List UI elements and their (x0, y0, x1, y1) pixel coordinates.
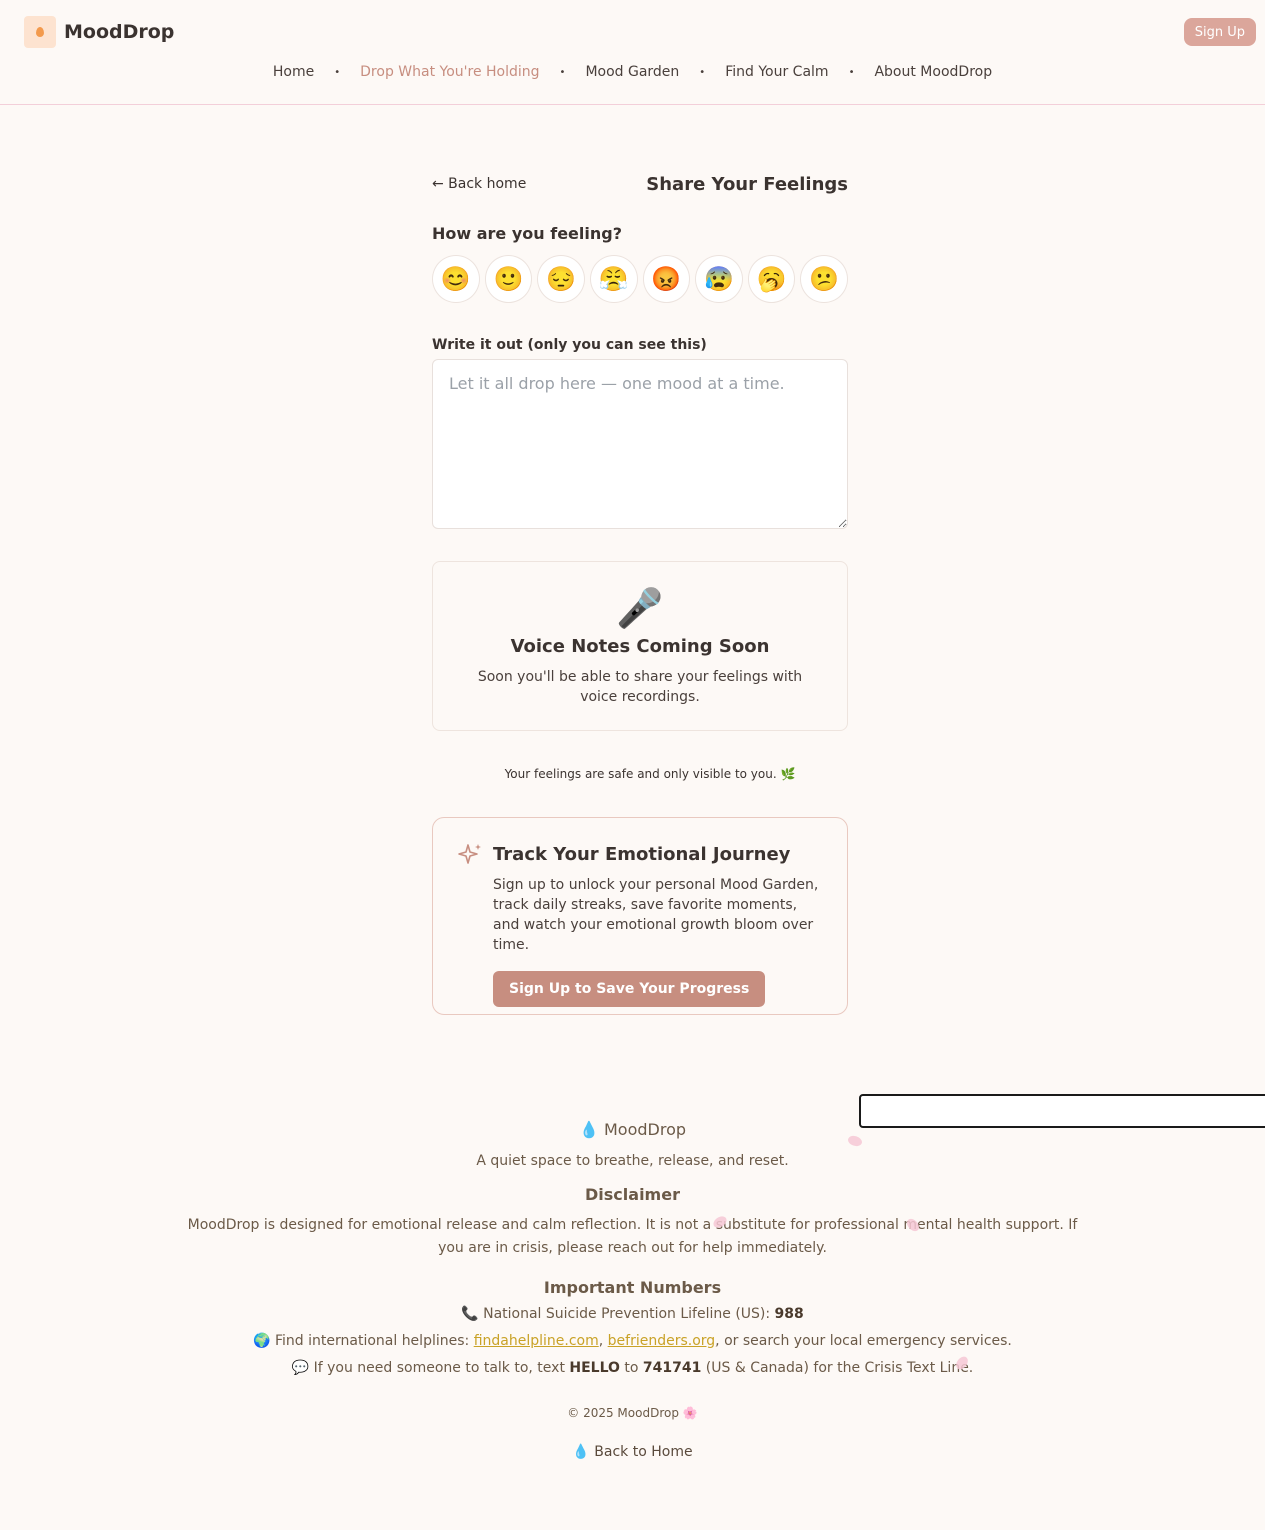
numbers-heading: Important Numbers (543, 1278, 722, 1297)
logo[interactable]: MoodDrop (24, 16, 174, 48)
befrienders-link[interactable]: befrienders.org (608, 1333, 716, 1349)
footer-brand: 💧 MoodDrop (578, 1120, 687, 1139)
disclaimer-text: MoodDrop is designed for emotional relea… (187, 1217, 1078, 1256)
track-journey-text: Sign up to unlock your personal Mood Gar… (493, 877, 819, 953)
footer-back-home-link[interactable]: 💧 Back to Home (572, 1444, 692, 1460)
mood-option-anxious[interactable]: 😰 (695, 255, 743, 303)
drop-icon (24, 16, 56, 48)
nav-item-find-calm[interactable]: Find Your Calm (725, 64, 828, 80)
page-title: Share Your Feelings (646, 173, 848, 195)
nav-separator: • (334, 66, 341, 78)
helplines-prefix: 🌍 Find international helplines: (253, 1333, 474, 1349)
mood-option-frustrated[interactable]: 😤 (589, 255, 638, 303)
mood-option-content[interactable]: 🙂 (484, 255, 533, 303)
sparkle-icon (458, 844, 481, 864)
track-journey-card: Track Your Emotional Journey Sign up to … (432, 817, 848, 1015)
site-footer: 💧 MoodDrop A quiet space to breathe, rel… (0, 1120, 1265, 1460)
nav-item-mood-garden[interactable]: Mood Garden (585, 64, 679, 80)
helplines-sep: , (598, 1333, 608, 1349)
lifeline-prefix: 📞 National Suicide Prevention Lifeline (… (461, 1306, 775, 1322)
mood-option-confused[interactable]: 😕 (800, 255, 848, 303)
disclaimer-heading: Disclaimer (585, 1185, 680, 1204)
voice-notes-card: 🎤 Voice Notes Coming Soon Soon you'll be… (432, 561, 848, 731)
site-header: MoodDrop Sign Up Home • Drop What You're… (0, 0, 1265, 105)
voice-notes-title: Voice Notes Coming Soon (510, 636, 770, 657)
brand-name: MoodDrop (64, 21, 175, 43)
voice-notes-text: Soon you'll be able to share your feelin… (477, 669, 803, 705)
lifeline-line: 📞 National Suicide Prevention Lifeline (… (0, 1305, 1265, 1324)
mood-picker: 😊 🙂 😔 😤 😡 😰 🥱 😕 (432, 255, 848, 303)
crisis-suffix: (US & Canada) for the Crisis Text Line. (701, 1360, 974, 1376)
back-home-link[interactable]: ← Back home (432, 176, 526, 192)
nav-item-about[interactable]: About MoodDrop (874, 64, 992, 80)
nav-item-drop[interactable]: Drop What You're Holding (360, 64, 539, 80)
crisis-keyword: HELLO (569, 1360, 620, 1376)
helplines-line: 🌍 Find international helplines: findahel… (0, 1332, 1265, 1351)
nav-separator: • (559, 66, 566, 78)
copyright: © 2025 MoodDrop 🌸 (567, 1406, 698, 1420)
section-header: ← Back home Share Your Feelings (432, 170, 848, 198)
track-journey-title: Track Your Emotional Journey (493, 844, 791, 865)
nav-separator: • (699, 66, 706, 78)
nav-item-home[interactable]: Home (273, 64, 314, 80)
crisis-mid: to (619, 1360, 643, 1376)
header-signup-button[interactable]: Sign Up (1183, 18, 1256, 46)
write-label: Write it out (only you can see this) (432, 337, 707, 353)
main-nav: Home • Drop What You're Holding • Mood G… (0, 64, 1265, 80)
lifeline-number: 988 (774, 1306, 804, 1322)
footer-tagline: A quiet space to breathe, release, and r… (476, 1153, 789, 1169)
mood-option-happy[interactable]: 😊 (432, 255, 480, 303)
save-progress-signup-button[interactable]: Sign Up to Save Your Progress (493, 971, 766, 1007)
mood-option-angry[interactable]: 😡 (642, 255, 691, 303)
feelings-textarea[interactable] (432, 359, 848, 529)
helplines-suffix: , or search your local emergency service… (715, 1333, 1012, 1349)
microphone-icon: 🎤 (616, 586, 664, 630)
mood-option-tired[interactable]: 🥱 (747, 255, 796, 303)
crisis-prefix: 💬 If you need someone to talk to, text (291, 1360, 570, 1376)
crisis-text-line: 💬 If you need someone to talk to, text H… (0, 1359, 1265, 1378)
crisis-number: 741741 (642, 1360, 702, 1376)
privacy-note: Your feelings are safe and only visible … (504, 767, 796, 781)
findahelpline-link[interactable]: findahelpline.com (474, 1333, 599, 1349)
mood-question: How are you feeling? (432, 224, 622, 243)
share-feelings-section: ← Back home Share Your Feelings How are … (432, 170, 848, 1015)
mood-option-sad[interactable]: 😔 (537, 255, 585, 303)
nav-separator: • (848, 66, 855, 78)
